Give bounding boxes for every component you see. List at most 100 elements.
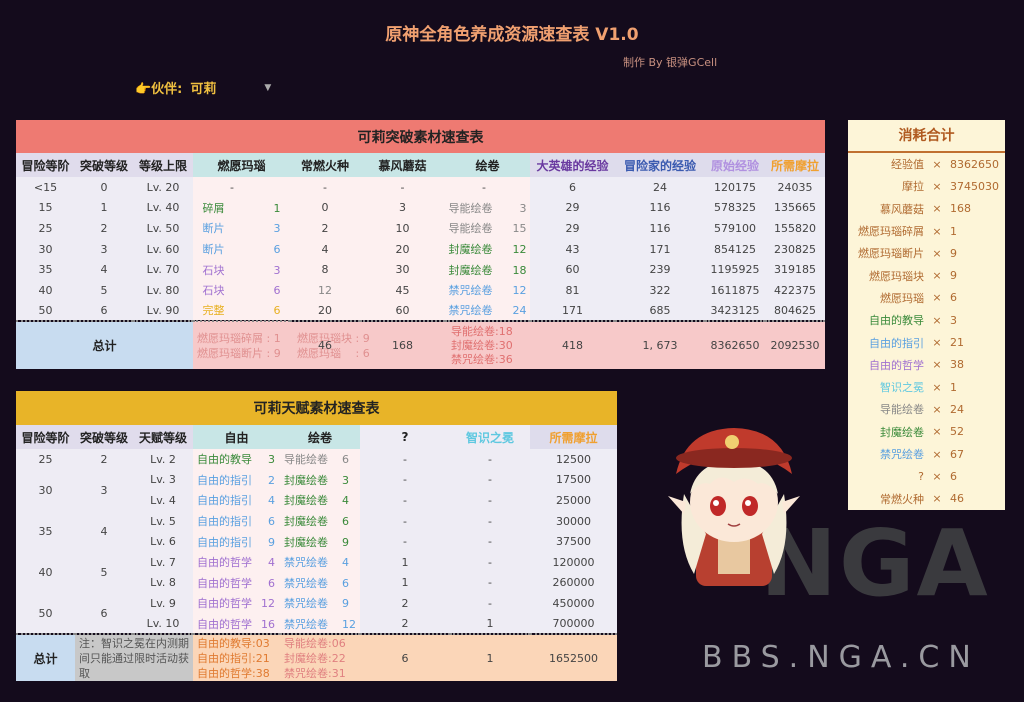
cell: 50 (16, 593, 75, 635)
times-icon: × (932, 492, 942, 506)
summary-item: 经验值 × 8362650 (848, 153, 1005, 175)
q-count: 2 (360, 593, 450, 614)
item-name: ? (918, 469, 924, 483)
crown-count: - (450, 551, 530, 573)
scroll-cell: 封魔绘卷 6 (280, 510, 360, 532)
scroll-cell: 封魔绘卷 9 (280, 531, 360, 552)
total-gem-chunk: 燃愿玛瑙块 : 9 (297, 331, 370, 345)
scroll-name: 禁咒绘卷 (284, 597, 328, 611)
cell: 81 (530, 279, 615, 301)
book-name: 自由的哲学 (197, 556, 252, 570)
fire-count: 4 (290, 238, 360, 260)
summary-panel: 消耗合计 经验值 × 8362650 摩拉 × 3745030 慕风蘑菇 × 168 燃愿玛瑙碎屑… (848, 120, 1005, 510)
column-header: 燃愿玛瑙 (193, 153, 290, 177)
item-name: 封魔绘卷 (880, 425, 924, 439)
cell: 4 (75, 510, 133, 552)
q-count: - (360, 469, 450, 491)
total-q: 6 (360, 633, 450, 682)
talent-level: Lv. 3 (133, 469, 193, 491)
cell: 579100 (705, 218, 765, 239)
total-scroll-2: 封魔绘卷:30 (451, 338, 513, 352)
scroll-cell: 导能绘卷 15 (445, 218, 530, 239)
chevron-down-icon[interactable]: ▼ (264, 83, 271, 93)
scroll-cell: - (445, 177, 530, 198)
total-book-1: 自由的教导:03 (197, 636, 270, 650)
scroll-name: 封魔绘卷 (284, 535, 328, 549)
talent-total-row: 总计 注：智识之冕在内测期间只能通过限时活动获取 自由的教导:03 自由的指引:2… (16, 633, 617, 682)
item-value: 1 (950, 224, 957, 238)
scroll-count: 12 (342, 617, 356, 631)
total-crown: 1 (450, 633, 530, 682)
gem-cell: 断片 6 (193, 238, 290, 260)
cell: 6 (75, 593, 133, 635)
talent-level: Lv. 4 (133, 490, 193, 511)
gem-count: 6 (273, 243, 281, 257)
scroll-name: 导能绘卷 (448, 201, 493, 215)
scroll-count: 24 (512, 304, 527, 318)
scroll-count: 6 (342, 515, 349, 529)
times-icon: × (932, 380, 942, 394)
cell: 1 (75, 197, 133, 219)
column-header: 自由 (193, 425, 280, 449)
cell: Lv. 80 (133, 279, 193, 301)
total-scroll-2: 封魔绘卷:22 (284, 651, 346, 665)
book-count: 4 (268, 494, 275, 508)
column-header: 绘卷 (445, 153, 530, 177)
column-header: ? (360, 425, 450, 449)
cell: 322 (615, 279, 705, 301)
cell: 116 (615, 197, 705, 219)
total-label: 总计 (16, 320, 193, 370)
cell: 5 (75, 551, 133, 594)
item-name: 自由的指引 (869, 336, 924, 350)
site-watermark: BBS.NGA.CN (702, 640, 980, 675)
scroll-count: 3 (342, 473, 349, 487)
book-name: 自由的指引 (197, 515, 252, 529)
q-count: - (360, 531, 450, 552)
summary-item: 常燃火种 × 46 (848, 487, 1005, 509)
book-name: 自由的哲学 (197, 617, 252, 631)
cell: 25 (16, 218, 75, 239)
crown-count: - (450, 572, 530, 594)
partner-select[interactable]: 👉伙伴: 可莉 ▼ (135, 78, 271, 97)
gem-name: 石块 (202, 284, 225, 298)
book-cell: 自由的哲学 12 (193, 593, 280, 614)
scroll-count: 12 (512, 243, 527, 257)
summary-item: 自由的指引 × 21 (848, 331, 1005, 353)
item-value: 3 (950, 313, 957, 327)
talent-level: Lv. 6 (133, 531, 193, 552)
scroll-name: 封魔绘卷 (284, 473, 328, 487)
cell: 319185 (765, 259, 826, 280)
book-cell: 自由的指引 6 (193, 510, 280, 532)
mora: 700000 (530, 613, 617, 635)
scroll-cell: 封魔绘卷 3 (280, 469, 360, 491)
book-count: 9 (268, 535, 275, 549)
cell: 25 (16, 449, 75, 470)
book-count: 4 (268, 556, 275, 570)
cell: 24035 (765, 177, 826, 198)
total-mora: 2092530 (765, 320, 826, 370)
column-header: 常燃火种 (290, 153, 360, 177)
table-row: 25 2 Lv. 50 断片 3 2 10 导能绘卷 15 29 116 579100 155820 (16, 218, 826, 239)
gem-cell: 完整 6 (193, 300, 290, 322)
book-name: 自由的哲学 (197, 597, 252, 611)
item-name: 自由的教导 (869, 314, 924, 328)
times-icon: × (932, 358, 942, 372)
item-name: 燃愿玛瑙断片 (858, 247, 924, 261)
scroll-cell: 禁咒绘卷 12 (280, 613, 360, 635)
times-icon: × (932, 157, 942, 171)
cell: 854125 (705, 238, 765, 260)
cell: 6 (530, 177, 615, 198)
cell: 3 (75, 238, 133, 260)
times-icon: × (932, 313, 942, 327)
table-row: 35 4 Lv. 5 自由的指引 6 封魔绘卷 6- -30000 (16, 510, 617, 552)
times-icon: × (932, 425, 942, 439)
item-value: 3745030 (950, 179, 999, 193)
book-count: 12 (261, 597, 275, 611)
q-count: 1 (360, 572, 450, 594)
ascension-total-row: 总计 燃愿玛瑙碎屑 : 1 燃愿玛瑙块 : 9 燃愿玛瑙断片 : 9 燃愿玛瑙 : … (16, 320, 826, 370)
scroll-count: 9 (342, 535, 349, 549)
talent-level: Lv. 8 (133, 572, 193, 594)
cell: 171 (615, 238, 705, 260)
scroll-name: 封魔绘卷 (448, 243, 493, 257)
cell: 15 (16, 197, 75, 219)
